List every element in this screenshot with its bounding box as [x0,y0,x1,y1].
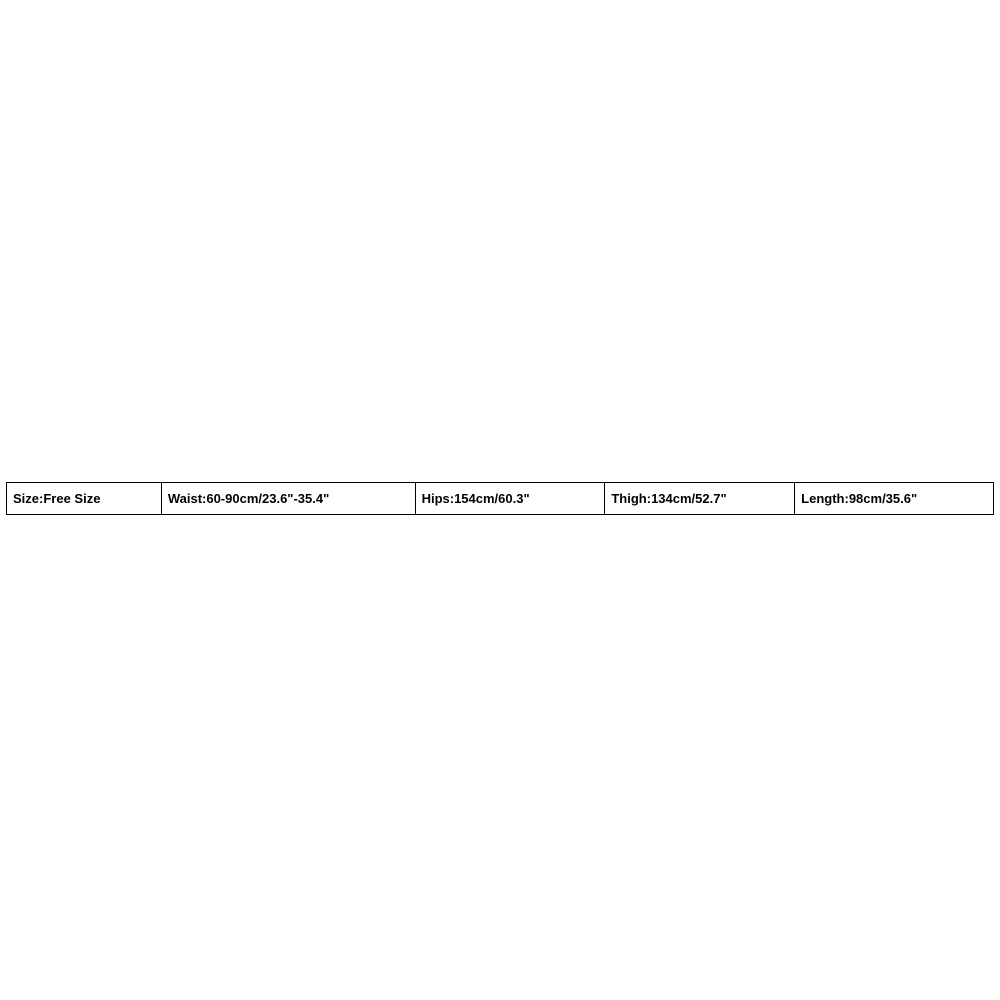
length-cell: Length:98cm/35.6" [795,483,994,515]
table-row: Size:Free Size Waist:60-90cm/23.6"-35.4"… [7,483,994,515]
hips-cell: Hips:154cm/60.3" [415,483,605,515]
waist-cell: Waist:60-90cm/23.6"-35.4" [161,483,415,515]
size-measurements-table: Size:Free Size Waist:60-90cm/23.6"-35.4"… [6,482,994,515]
size-cell: Size:Free Size [7,483,162,515]
thigh-cell: Thigh:134cm/52.7" [605,483,795,515]
